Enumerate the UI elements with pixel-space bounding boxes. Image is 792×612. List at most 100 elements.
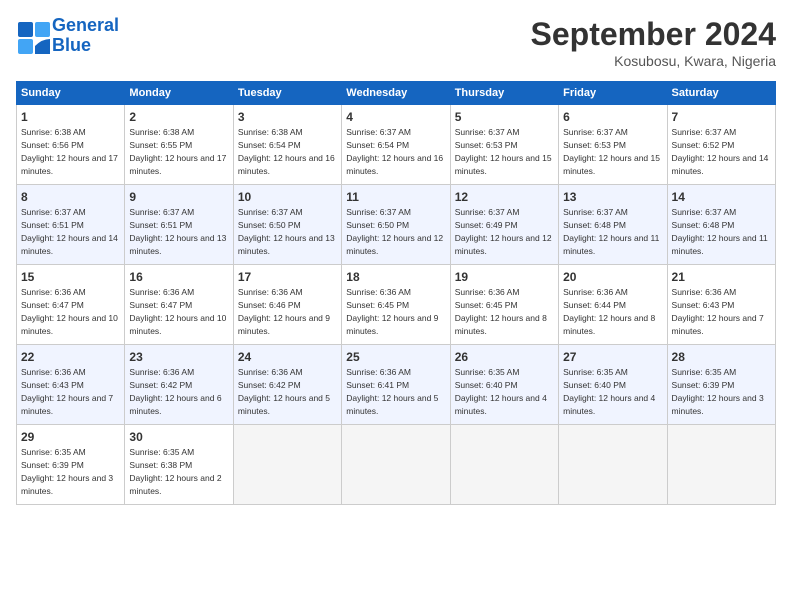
calendar-cell: 26 Sunrise: 6:35 AMSunset: 6:40 PMDaylig…	[450, 345, 558, 425]
day-number: 20	[563, 269, 662, 285]
calendar-cell: 4 Sunrise: 6:37 AMSunset: 6:54 PMDayligh…	[342, 105, 450, 185]
calendar-week-2: 8 Sunrise: 6:37 AMSunset: 6:51 PMDayligh…	[17, 185, 776, 265]
calendar-cell: 27 Sunrise: 6:35 AMSunset: 6:40 PMDaylig…	[559, 345, 667, 425]
day-header-friday: Friday	[559, 82, 667, 105]
calendar-cell: 7 Sunrise: 6:37 AMSunset: 6:52 PMDayligh…	[667, 105, 775, 185]
day-number: 23	[129, 349, 228, 365]
day-header-thursday: Thursday	[450, 82, 558, 105]
logo-line2: Blue	[52, 35, 91, 55]
location-subtitle: Kosubosu, Kwara, Nigeria	[531, 53, 776, 69]
calendar-cell: 14 Sunrise: 6:37 AMSunset: 6:48 PMDaylig…	[667, 185, 775, 265]
day-header-monday: Monday	[125, 82, 233, 105]
day-info: Sunrise: 6:36 AMSunset: 6:41 PMDaylight:…	[346, 367, 438, 415]
day-info: Sunrise: 6:35 AMSunset: 6:40 PMDaylight:…	[455, 367, 547, 415]
day-info: Sunrise: 6:35 AMSunset: 6:40 PMDaylight:…	[563, 367, 655, 415]
calendar-cell: 6 Sunrise: 6:37 AMSunset: 6:53 PMDayligh…	[559, 105, 667, 185]
calendar-cell: 29 Sunrise: 6:35 AMSunset: 6:39 PMDaylig…	[17, 425, 125, 505]
calendar-cell: 12 Sunrise: 6:37 AMSunset: 6:49 PMDaylig…	[450, 185, 558, 265]
day-info: Sunrise: 6:37 AMSunset: 6:51 PMDaylight:…	[21, 207, 118, 255]
logo-text: General Blue	[52, 16, 119, 56]
calendar-cell: 23 Sunrise: 6:36 AMSunset: 6:42 PMDaylig…	[125, 345, 233, 425]
calendar-week-1: 1 Sunrise: 6:38 AMSunset: 6:56 PMDayligh…	[17, 105, 776, 185]
day-info: Sunrise: 6:37 AMSunset: 6:50 PMDaylight:…	[238, 207, 335, 255]
logo: General Blue	[16, 16, 119, 56]
calendar-cell	[450, 425, 558, 505]
day-header-saturday: Saturday	[667, 82, 775, 105]
calendar-cell	[342, 425, 450, 505]
day-number: 22	[21, 349, 120, 365]
day-number: 18	[346, 269, 445, 285]
day-header-wednesday: Wednesday	[342, 82, 450, 105]
calendar-cell: 22 Sunrise: 6:36 AMSunset: 6:43 PMDaylig…	[17, 345, 125, 425]
calendar-cell: 5 Sunrise: 6:37 AMSunset: 6:53 PMDayligh…	[450, 105, 558, 185]
day-info: Sunrise: 6:35 AMSunset: 6:39 PMDaylight:…	[672, 367, 764, 415]
day-number: 11	[346, 189, 445, 205]
calendar-cell: 21 Sunrise: 6:36 AMSunset: 6:43 PMDaylig…	[667, 265, 775, 345]
day-info: Sunrise: 6:36 AMSunset: 6:43 PMDaylight:…	[21, 367, 113, 415]
day-info: Sunrise: 6:37 AMSunset: 6:53 PMDaylight:…	[455, 127, 552, 175]
day-number: 24	[238, 349, 337, 365]
day-info: Sunrise: 6:35 AMSunset: 6:38 PMDaylight:…	[129, 447, 221, 495]
day-info: Sunrise: 6:37 AMSunset: 6:48 PMDaylight:…	[672, 207, 768, 255]
day-info: Sunrise: 6:38 AMSunset: 6:54 PMDaylight:…	[238, 127, 335, 175]
day-info: Sunrise: 6:36 AMSunset: 6:45 PMDaylight:…	[455, 287, 547, 335]
calendar-cell: 1 Sunrise: 6:38 AMSunset: 6:56 PMDayligh…	[17, 105, 125, 185]
day-info: Sunrise: 6:36 AMSunset: 6:44 PMDaylight:…	[563, 287, 655, 335]
calendar-week-3: 15 Sunrise: 6:36 AMSunset: 6:47 PMDaylig…	[17, 265, 776, 345]
calendar-cell: 25 Sunrise: 6:36 AMSunset: 6:41 PMDaylig…	[342, 345, 450, 425]
day-number: 17	[238, 269, 337, 285]
calendar-cell	[667, 425, 775, 505]
logo-icon	[16, 20, 48, 52]
day-number: 6	[563, 109, 662, 125]
calendar-cell: 20 Sunrise: 6:36 AMSunset: 6:44 PMDaylig…	[559, 265, 667, 345]
day-info: Sunrise: 6:36 AMSunset: 6:47 PMDaylight:…	[129, 287, 226, 335]
calendar-week-5: 29 Sunrise: 6:35 AMSunset: 6:39 PMDaylig…	[17, 425, 776, 505]
day-info: Sunrise: 6:38 AMSunset: 6:56 PMDaylight:…	[21, 127, 118, 175]
day-info: Sunrise: 6:37 AMSunset: 6:49 PMDaylight:…	[455, 207, 552, 255]
day-number: 21	[672, 269, 771, 285]
day-number: 26	[455, 349, 554, 365]
calendar-cell: 24 Sunrise: 6:36 AMSunset: 6:42 PMDaylig…	[233, 345, 341, 425]
day-number: 9	[129, 189, 228, 205]
day-number: 13	[563, 189, 662, 205]
day-number: 15	[21, 269, 120, 285]
day-info: Sunrise: 6:38 AMSunset: 6:55 PMDaylight:…	[129, 127, 226, 175]
day-info: Sunrise: 6:36 AMSunset: 6:43 PMDaylight:…	[672, 287, 764, 335]
day-info: Sunrise: 6:36 AMSunset: 6:42 PMDaylight:…	[129, 367, 221, 415]
day-info: Sunrise: 6:35 AMSunset: 6:39 PMDaylight:…	[21, 447, 113, 495]
day-number: 29	[21, 429, 120, 445]
header: General Blue September 2024 Kosubosu, Kw…	[16, 16, 776, 69]
day-info: Sunrise: 6:36 AMSunset: 6:42 PMDaylight:…	[238, 367, 330, 415]
day-info: Sunrise: 6:36 AMSunset: 6:45 PMDaylight:…	[346, 287, 438, 335]
calendar-week-4: 22 Sunrise: 6:36 AMSunset: 6:43 PMDaylig…	[17, 345, 776, 425]
day-number: 2	[129, 109, 228, 125]
calendar-cell	[233, 425, 341, 505]
day-number: 8	[21, 189, 120, 205]
calendar-table: SundayMondayTuesdayWednesdayThursdayFrid…	[16, 81, 776, 505]
day-number: 28	[672, 349, 771, 365]
calendar-cell: 3 Sunrise: 6:38 AMSunset: 6:54 PMDayligh…	[233, 105, 341, 185]
day-number: 25	[346, 349, 445, 365]
day-header-sunday: Sunday	[17, 82, 125, 105]
calendar-cell: 13 Sunrise: 6:37 AMSunset: 6:48 PMDaylig…	[559, 185, 667, 265]
day-info: Sunrise: 6:37 AMSunset: 6:54 PMDaylight:…	[346, 127, 443, 175]
day-info: Sunrise: 6:37 AMSunset: 6:52 PMDaylight:…	[672, 127, 769, 175]
day-number: 27	[563, 349, 662, 365]
calendar-cell: 19 Sunrise: 6:36 AMSunset: 6:45 PMDaylig…	[450, 265, 558, 345]
day-number: 10	[238, 189, 337, 205]
day-info: Sunrise: 6:37 AMSunset: 6:48 PMDaylight:…	[563, 207, 659, 255]
calendar-cell: 15 Sunrise: 6:36 AMSunset: 6:47 PMDaylig…	[17, 265, 125, 345]
page: General Blue September 2024 Kosubosu, Kw…	[0, 0, 792, 612]
day-info: Sunrise: 6:37 AMSunset: 6:51 PMDaylight:…	[129, 207, 226, 255]
day-header-tuesday: Tuesday	[233, 82, 341, 105]
day-number: 14	[672, 189, 771, 205]
day-number: 4	[346, 109, 445, 125]
day-number: 12	[455, 189, 554, 205]
calendar-cell: 2 Sunrise: 6:38 AMSunset: 6:55 PMDayligh…	[125, 105, 233, 185]
calendar-cell: 16 Sunrise: 6:36 AMSunset: 6:47 PMDaylig…	[125, 265, 233, 345]
day-number: 7	[672, 109, 771, 125]
calendar-cell	[559, 425, 667, 505]
title-block: September 2024 Kosubosu, Kwara, Nigeria	[531, 16, 776, 69]
calendar-cell: 9 Sunrise: 6:37 AMSunset: 6:51 PMDayligh…	[125, 185, 233, 265]
day-number: 30	[129, 429, 228, 445]
